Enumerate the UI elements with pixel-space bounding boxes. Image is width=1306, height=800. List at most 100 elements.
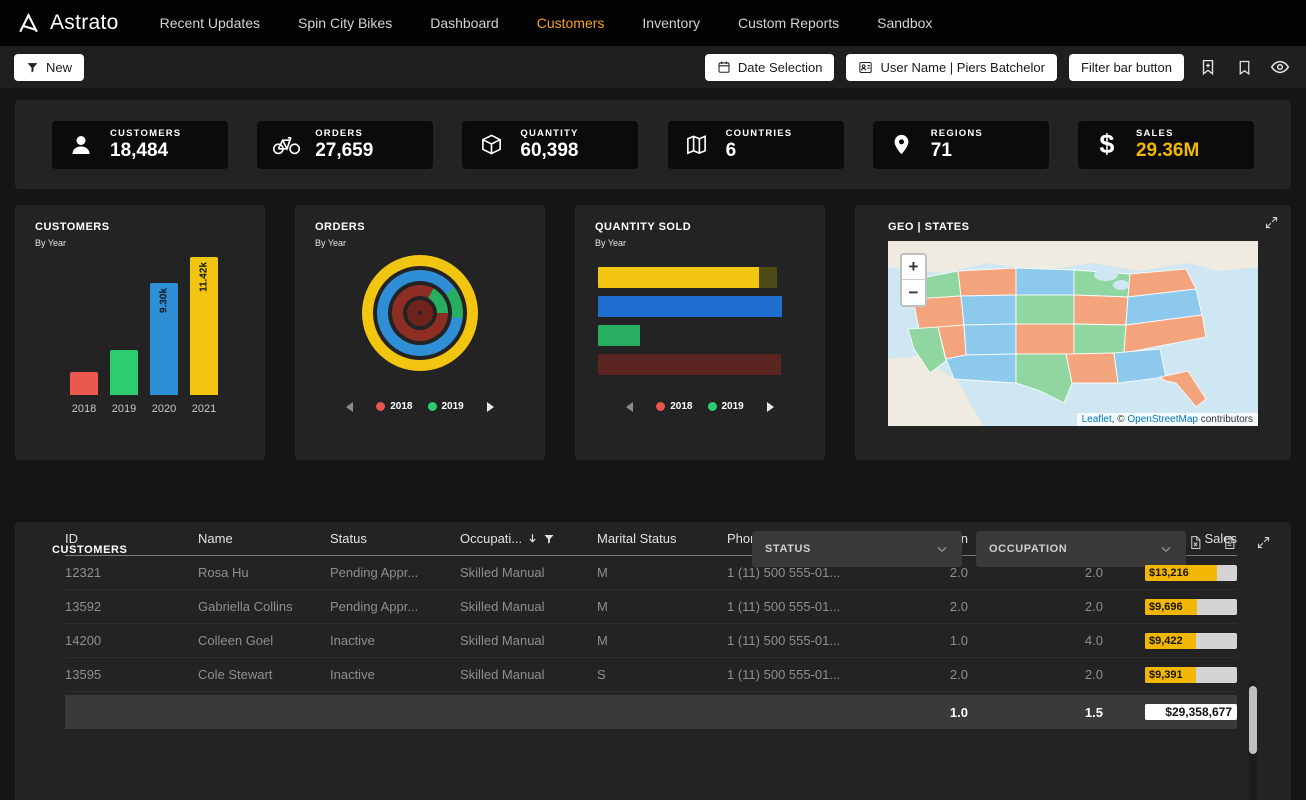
bookmark-icon[interactable] — [1232, 55, 1256, 79]
kpi-card-orders: ORDERS 27,659 — [257, 121, 433, 169]
cell-id: 12321 — [65, 565, 198, 580]
bar-value-label: 11.42k — [199, 262, 210, 292]
attribution-text: , © — [1112, 414, 1128, 425]
sales-bar: $13,216 — [1145, 565, 1237, 581]
kpi-strip: CUSTOMERS 18,484 ORDERS 27,659 QUANTITY … — [15, 100, 1291, 189]
cell-id: 13595 — [65, 667, 198, 682]
nav-item-sandbox[interactable]: Sandbox — [858, 0, 951, 46]
legend-dot — [376, 402, 385, 411]
donut-ring-2018[interactable] — [407, 300, 433, 326]
sales-bar: $9,696 — [1145, 599, 1237, 615]
nav-item-dashboard[interactable]: Dashboard — [411, 0, 518, 46]
kpi-label: REGIONS — [931, 128, 983, 139]
cell-avg-children: 2.0 — [858, 599, 968, 614]
column-header-marital-status[interactable]: Marital Status — [597, 531, 727, 546]
cell-avg-children: 2.0 — [858, 565, 968, 580]
nav-item-spin-city-bikes[interactable]: Spin City Bikes — [279, 0, 411, 46]
export-document-icon[interactable] — [1217, 530, 1241, 554]
zoom-out-button[interactable]: − — [902, 280, 925, 305]
customers-chart-panel: CUSTOMERS By Year 201820199.30k202011.42… — [15, 205, 265, 460]
expand-icon[interactable] — [1264, 215, 1279, 235]
sales-value: $13,216 — [1145, 565, 1237, 581]
folded-map-icon — [681, 133, 713, 156]
table-scrollbar[interactable] — [1249, 680, 1257, 800]
nav-item-customers[interactable]: Customers — [518, 0, 624, 46]
legend-item-2019[interactable]: 2019 — [428, 401, 464, 412]
occupation-filter-dropdown[interactable]: OCCUPATION — [976, 531, 1186, 567]
cell-status: Inactive — [330, 633, 460, 648]
column-header-name[interactable]: Name — [198, 531, 330, 546]
kpi-label: SALES — [1136, 128, 1199, 139]
quantity-bar-2021[interactable] — [598, 267, 798, 288]
dashboard-content: CUSTOMERS 18,484 ORDERS 27,659 QUANTITY … — [0, 88, 1306, 800]
sales-value: $9,391 — [1145, 667, 1237, 683]
legend-prev-icon[interactable] — [346, 402, 353, 412]
legend-label: 2019 — [722, 401, 744, 412]
legend-item-2018[interactable]: 2018 — [376, 401, 412, 412]
kpi-value: 29.36M — [1136, 140, 1199, 162]
cell-marital: S — [597, 667, 727, 682]
cell-vehicles: 2.0 — [968, 565, 1103, 580]
zoom-in-button[interactable]: + — [902, 255, 925, 280]
table-row[interactable]: 13592 Gabriella Collins Pending Appr... … — [65, 590, 1237, 624]
nav-item-recent-updates[interactable]: Recent Updates — [141, 0, 279, 46]
kpi-card-customers: CUSTOMERS 18,484 — [52, 121, 228, 169]
us-states-map[interactable]: + − Leaflet, © OpenStreetMap contributor… — [888, 241, 1258, 426]
legend-prev-icon[interactable] — [626, 402, 633, 412]
donut-ring-2020[interactable] — [377, 270, 463, 356]
column-filter-icon[interactable] — [543, 533, 555, 545]
cell-sales: $9,391 — [1103, 667, 1237, 683]
donut-ring-2019[interactable] — [392, 285, 448, 341]
filter-bar-button[interactable]: Filter bar button — [1069, 54, 1184, 81]
new-filter-button[interactable]: New — [14, 54, 84, 81]
table-panel-icons — [1183, 530, 1275, 554]
donut-ring-2021[interactable] — [362, 255, 478, 371]
bookmark-add-icon[interactable] — [1196, 55, 1220, 79]
column-header-occupation[interactable]: Occupati... — [460, 531, 597, 546]
nav-item-inventory[interactable]: Inventory — [623, 0, 719, 46]
cell-status: Pending Appr... — [330, 565, 460, 580]
cell-avg-children: 2.0 — [858, 667, 968, 682]
table-totals-row: 1.0 1.5 $29,358,677 — [65, 695, 1237, 729]
openstreetmap-link[interactable]: OpenStreetMap — [1127, 414, 1198, 425]
kpi-card-quantity: QUANTITY 60,398 — [462, 121, 638, 169]
brand-logo[interactable]: Astrato — [16, 11, 119, 36]
leaflet-link[interactable]: Leaflet — [1082, 414, 1112, 425]
date-selection-button[interactable]: Date Selection — [705, 54, 835, 81]
cell-vehicles: 2.0 — [968, 667, 1103, 682]
export-excel-icon[interactable] — [1183, 530, 1207, 554]
legend-item-2018[interactable]: 2018 — [656, 401, 692, 412]
legend-item-2019[interactable]: 2019 — [708, 401, 744, 412]
charts-row: CUSTOMERS By Year 201820199.30k202011.42… — [15, 205, 1291, 460]
funnel-icon — [26, 61, 39, 74]
user-button[interactable]: User Name | Piers Batchelor — [846, 54, 1057, 81]
customers-bar-2019[interactable]: 2019 — [110, 350, 138, 395]
quantity-bar-2020[interactable] — [598, 296, 798, 317]
kpi-card-countries: COUNTRIES 6 — [668, 121, 844, 169]
nav-item-custom-reports[interactable]: Custom Reports — [719, 0, 858, 46]
quantity-bar-2019[interactable] — [598, 325, 798, 346]
expand-icon[interactable] — [1251, 530, 1275, 554]
kpi-value: 27,659 — [315, 140, 373, 162]
customers-bar-2018[interactable]: 2018 — [70, 372, 98, 395]
cell-phone: 1 (11) 500 555-01... — [727, 565, 858, 580]
status-filter-dropdown[interactable]: STATUS — [752, 531, 962, 567]
table-row[interactable]: 14200 Colleen Goel Inactive Skilled Manu… — [65, 624, 1237, 658]
legend-next-icon[interactable] — [487, 402, 494, 412]
scrollbar-thumb[interactable] — [1249, 686, 1257, 754]
table-row[interactable]: 13595 Cole Stewart Inactive Skilled Manu… — [65, 658, 1237, 692]
chart-title: CUSTOMERS — [35, 221, 110, 233]
x-axis-label: 2018 — [72, 403, 96, 415]
legend-next-icon[interactable] — [767, 402, 774, 412]
legend-dot — [708, 402, 717, 411]
orders-donut-chart — [362, 255, 478, 371]
sort-descending-icon[interactable] — [526, 532, 539, 545]
column-header-status[interactable]: Status — [330, 531, 460, 546]
donut-hole — [373, 266, 467, 360]
date-selection-label: Date Selection — [738, 60, 823, 75]
kpi-label: ORDERS — [315, 128, 373, 139]
quantity-bar-2018[interactable] — [598, 354, 798, 375]
eye-icon[interactable] — [1268, 55, 1292, 79]
customers-bar-2020[interactable]: 9.30k2020 — [150, 283, 178, 395]
customers-bar-2021[interactable]: 11.42k2021 — [190, 257, 218, 395]
